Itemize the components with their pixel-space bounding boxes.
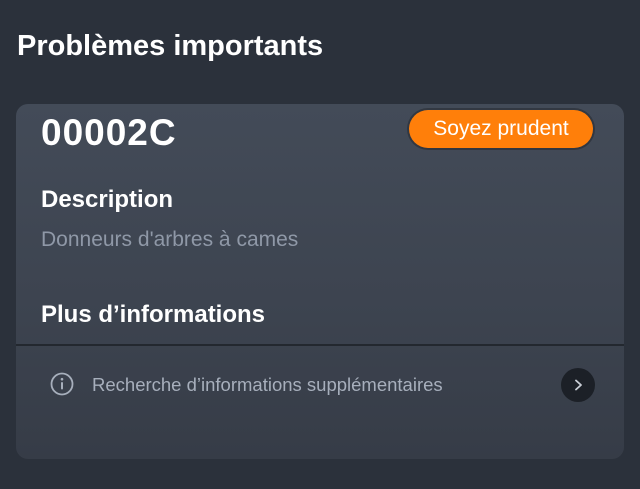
issue-card: 00002C Soyez prudent Description Donneur… [16,104,624,459]
section-title: Problèmes importants [17,30,324,62]
info-icon [50,372,74,396]
more-info-link[interactable]: Recherche d’informations supplémentaires [16,346,624,426]
issue-code: 00002C [41,112,177,153]
severity-badge: Soyez prudent [409,110,593,148]
more-info-link-label: Recherche d’informations supplémentaires [92,374,443,395]
description-label: Description [41,186,174,213]
chevron-right-icon[interactable] [561,368,595,402]
more-info-label: Plus d’informations [41,301,266,328]
description-value: Donneurs d'arbres à cames [41,228,299,251]
